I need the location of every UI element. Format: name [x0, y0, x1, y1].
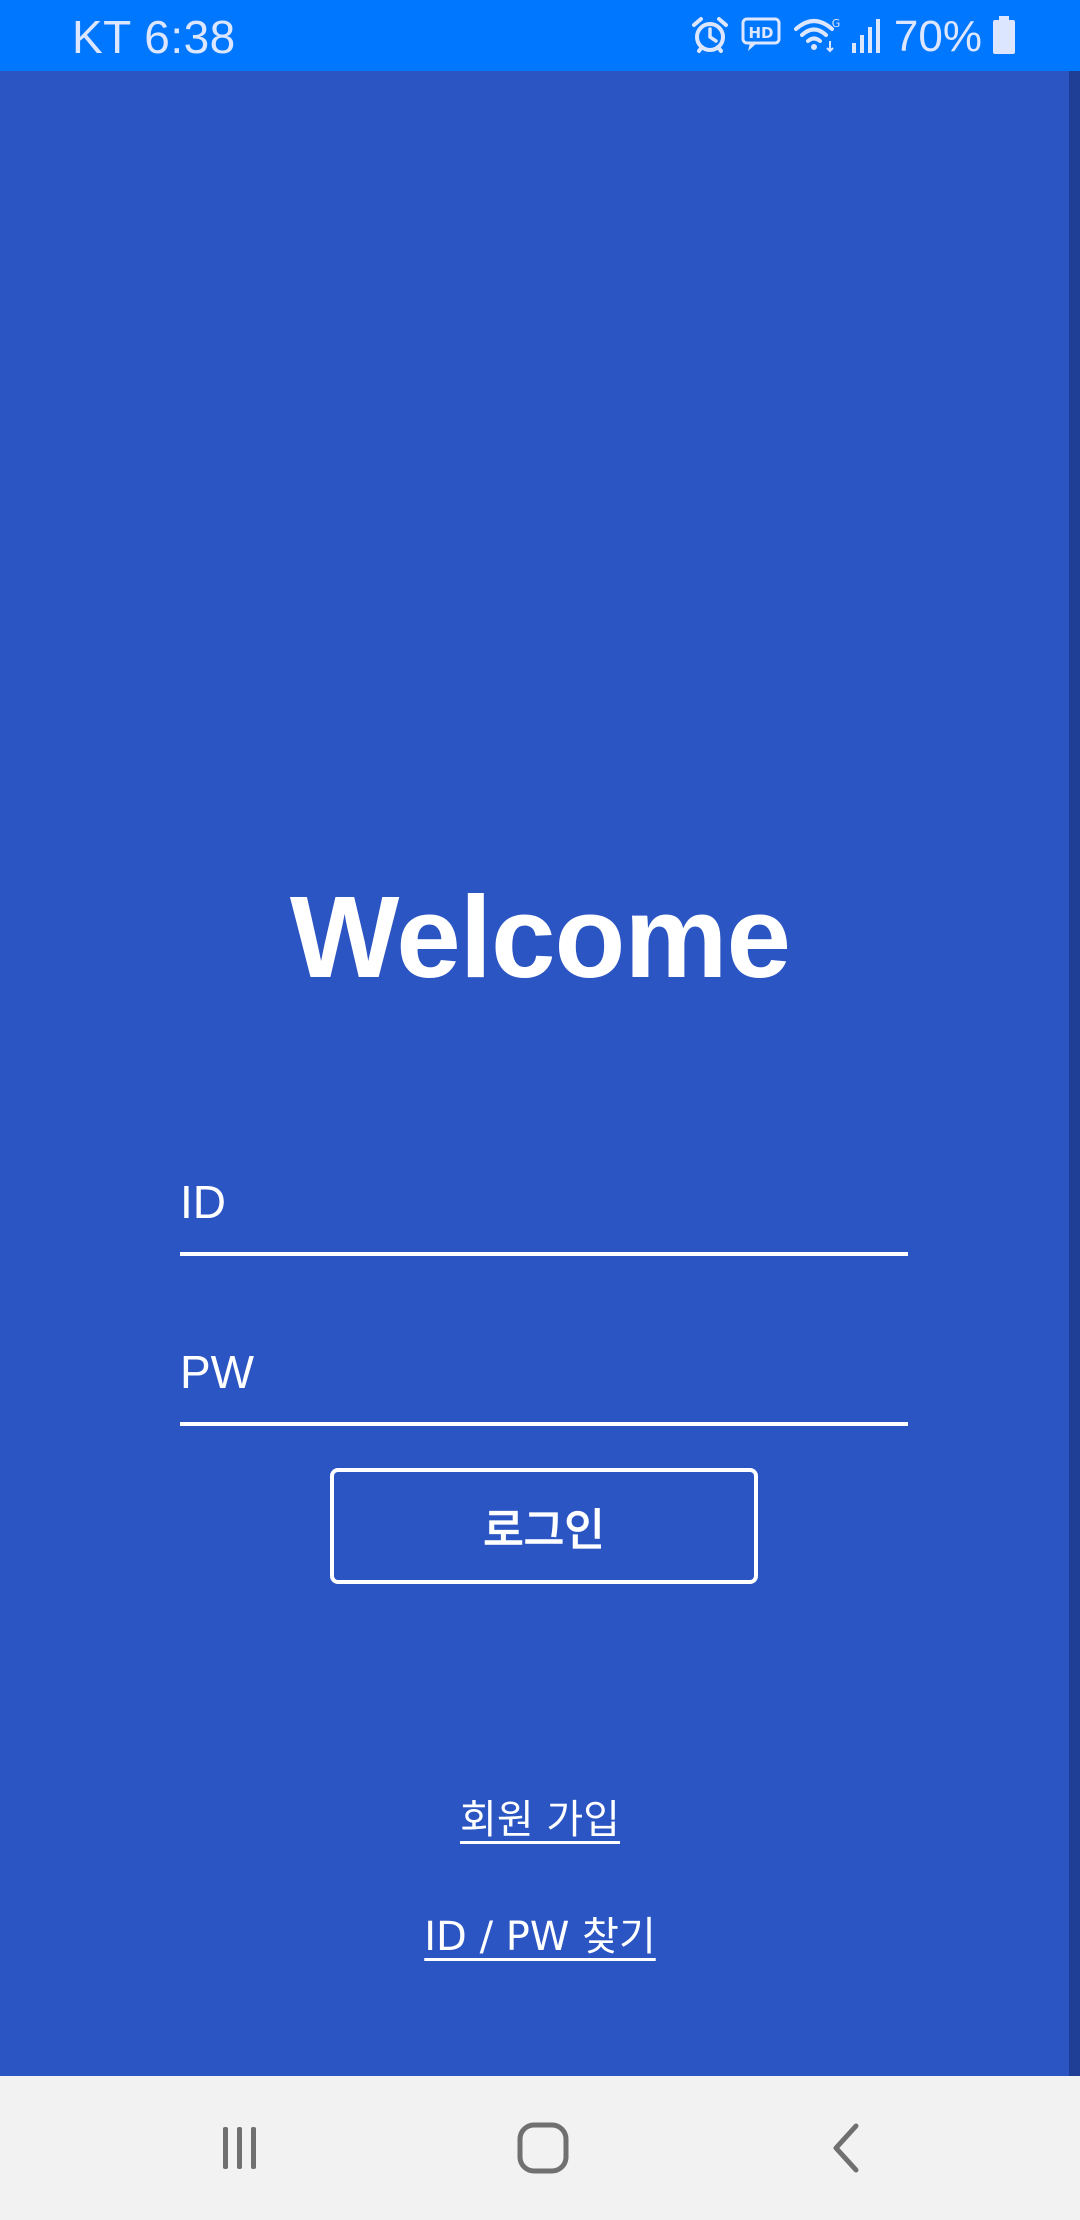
login-button[interactable]: 로그인: [330, 1468, 758, 1584]
login-button-label: 로그인: [483, 1505, 605, 1556]
welcome-title: Welcome: [289, 872, 791, 1002]
home-button[interactable]: [503, 2108, 583, 2188]
svg-text:HD: HD: [748, 24, 773, 42]
find-id-pw-link[interactable]: ID / PW 찾기: [424, 1914, 656, 1960]
id-input[interactable]: [180, 1152, 908, 1252]
battery-icon: [992, 15, 1016, 60]
wifi-icon: G: [792, 15, 840, 60]
navigation-bar: [0, 2076, 1080, 2220]
signup-link-row: 회원 가입: [0, 1787, 1080, 1845]
pw-field[interactable]: [180, 1322, 908, 1426]
back-button[interactable]: [806, 2108, 886, 2188]
recents-button[interactable]: [200, 2108, 280, 2188]
status-icons: HD G 70%: [690, 10, 1016, 64]
back-icon: [833, 2123, 859, 2173]
home-icon: [517, 2122, 569, 2174]
hd-voice-icon: HD: [740, 16, 782, 59]
recents-icon: [223, 2127, 256, 2169]
find-id-pw-link-row: ID / PW 찾기: [0, 1904, 1080, 1962]
signal-icon: [850, 15, 884, 60]
id-field[interactable]: [180, 1152, 908, 1256]
pw-input[interactable]: [180, 1322, 908, 1422]
carrier-time: KT 6:38: [72, 11, 236, 63]
alarm-icon: [690, 15, 730, 60]
signup-link[interactable]: 회원 가입: [460, 1797, 620, 1843]
scroll-edge: [1069, 71, 1080, 2076]
login-screen: KT 6:38 HD G 70% Welcome ID 로그인 회원 가입 ID…: [0, 0, 1080, 2220]
status-bar: KT 6:38 HD G 70%: [0, 0, 1080, 71]
battery-percent: 70%: [893, 12, 982, 61]
svg-text:G: G: [832, 17, 840, 30]
